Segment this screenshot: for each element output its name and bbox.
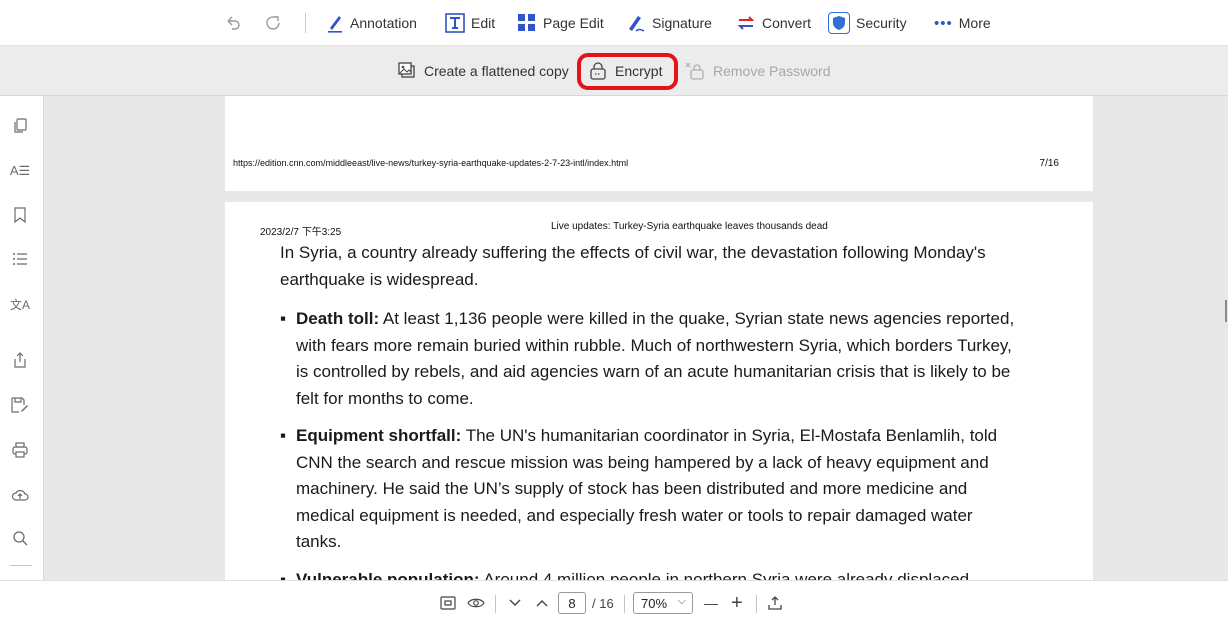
bookmark-icon[interactable] [8,203,32,227]
print-icon[interactable] [8,438,32,462]
security-label: Security [856,15,907,31]
bullet-marker: ▪ [280,309,287,328]
article-bullet-list: ▪ Death toll: At least 1,136 people were… [280,306,1020,580]
search-icon[interactable] [8,526,32,550]
security-button[interactable]: Security [828,0,907,46]
translate-icon[interactable]: 文A [8,292,32,316]
flatten-copy-label: Create a flattened copy [424,63,569,79]
pages-icon[interactable] [8,114,32,138]
convert-arrows-icon [737,16,755,30]
highlight-ring [577,53,678,90]
scrollbar-thumb[interactable] [1225,300,1227,322]
outline-list-icon[interactable] [8,247,32,271]
left-sidebar: A☰ 文A [0,96,44,580]
page-number-input[interactable]: 8 [558,592,586,614]
bullet-marker: ▪ [280,569,287,581]
page-header-title: Live updates: Turkey-Syria earthquake le… [551,221,828,232]
page-footer-url: https://edition.cnn.com/middleeast/live-… [233,158,629,168]
toolbar-divider [305,13,306,33]
signature-button[interactable]: Signature [626,0,712,46]
export-upload-icon[interactable] [767,581,783,624]
pdf-page-8: 2023/2/7 下午3:25 Live updates: Turkey-Syr… [225,202,1093,580]
page-edit-label: Page Edit [543,15,604,31]
article-intro: In Syria, a country already suffering th… [280,243,986,289]
cloud-upload-icon[interactable] [8,483,32,507]
next-page-chevron-down-icon[interactable] [508,581,522,624]
signature-pen-icon [629,16,645,32]
bullet-heading: Vulnerable population: [296,569,480,581]
zoom-select[interactable]: 70% ⌵ [633,592,693,614]
list-item: ▪ Equipment shortfall: The UN's humanita… [280,423,1020,556]
redo-icon[interactable] [264,0,282,46]
document-viewer[interactable]: https://edition.cnn.com/middleeast/live-… [44,96,1228,580]
zoom-out-button[interactable]: — [704,581,718,624]
remove-password-label: Remove Password [713,63,831,79]
undo-icon[interactable] [224,0,242,46]
zoom-in-button[interactable]: + [731,581,743,624]
more-label: More [958,15,991,31]
page-grid-icon [518,14,535,31]
annotation-button[interactable]: Annotation [326,0,417,46]
read-mode-eye-icon[interactable] [467,581,485,624]
save-as-icon[interactable] [8,393,32,417]
bullet-heading: Death toll: [296,309,380,328]
bottom-divider [495,595,496,613]
edit-button[interactable]: Edit [445,0,495,46]
page-header-date: 2023/2/7 下午3:25 [260,227,342,238]
text-format-icon[interactable]: A☰ [8,159,32,183]
list-item: ▪ Death toll: At least 1,136 people were… [280,306,1020,412]
pdf-page-7: https://edition.cnn.com/middleeast/live-… [225,96,1093,191]
unlock-icon [685,62,704,80]
flatten-copy-button[interactable]: Create a flattened copy [398,46,569,96]
bullet-text: At least 1,136 people were killed in the… [296,309,1015,408]
flatten-copy-icon [398,62,415,78]
article-body: In Syria, a country already suffering th… [280,240,1020,580]
bullet-text: Around 4 million people in northern Syri… [479,569,970,581]
main-toolbar: Annotation Edit Page Edit Signature Conv… [0,0,1228,46]
prev-page-chevron-up-icon[interactable] [535,581,549,624]
total-pages: / 16 [592,595,614,611]
more-dots-icon: ••• [934,14,953,32]
sidebar-divider [10,565,32,566]
bullet-heading: Equipment shortfall: [296,426,462,445]
pen-icon [328,16,342,33]
convert-button[interactable]: Convert [736,0,811,46]
bottom-divider [624,595,625,613]
share-icon[interactable] [8,348,32,372]
fit-page-icon[interactable] [440,581,456,624]
page-footer-number: 7/16 [1039,158,1059,169]
more-button[interactable]: ••• More [934,0,991,46]
shield-icon [828,12,850,34]
annotation-label: Annotation [350,15,417,31]
bottom-divider [756,595,757,613]
zoom-value: 70% [641,595,668,611]
bottom-bar: 8 / 16 70% ⌵ — + [0,580,1228,624]
remove-password-button[interactable]: Remove Password [685,46,831,96]
list-item: ▪ Vulnerable population: Around 4 millio… [280,567,1020,581]
page-edit-button[interactable]: Page Edit [517,0,604,46]
signature-label: Signature [652,15,712,31]
edit-label: Edit [471,15,496,31]
chevron-down-icon: ⌵ [677,595,686,607]
text-edit-icon [445,13,465,33]
convert-label: Convert [762,15,812,31]
bullet-marker: ▪ [280,426,287,445]
